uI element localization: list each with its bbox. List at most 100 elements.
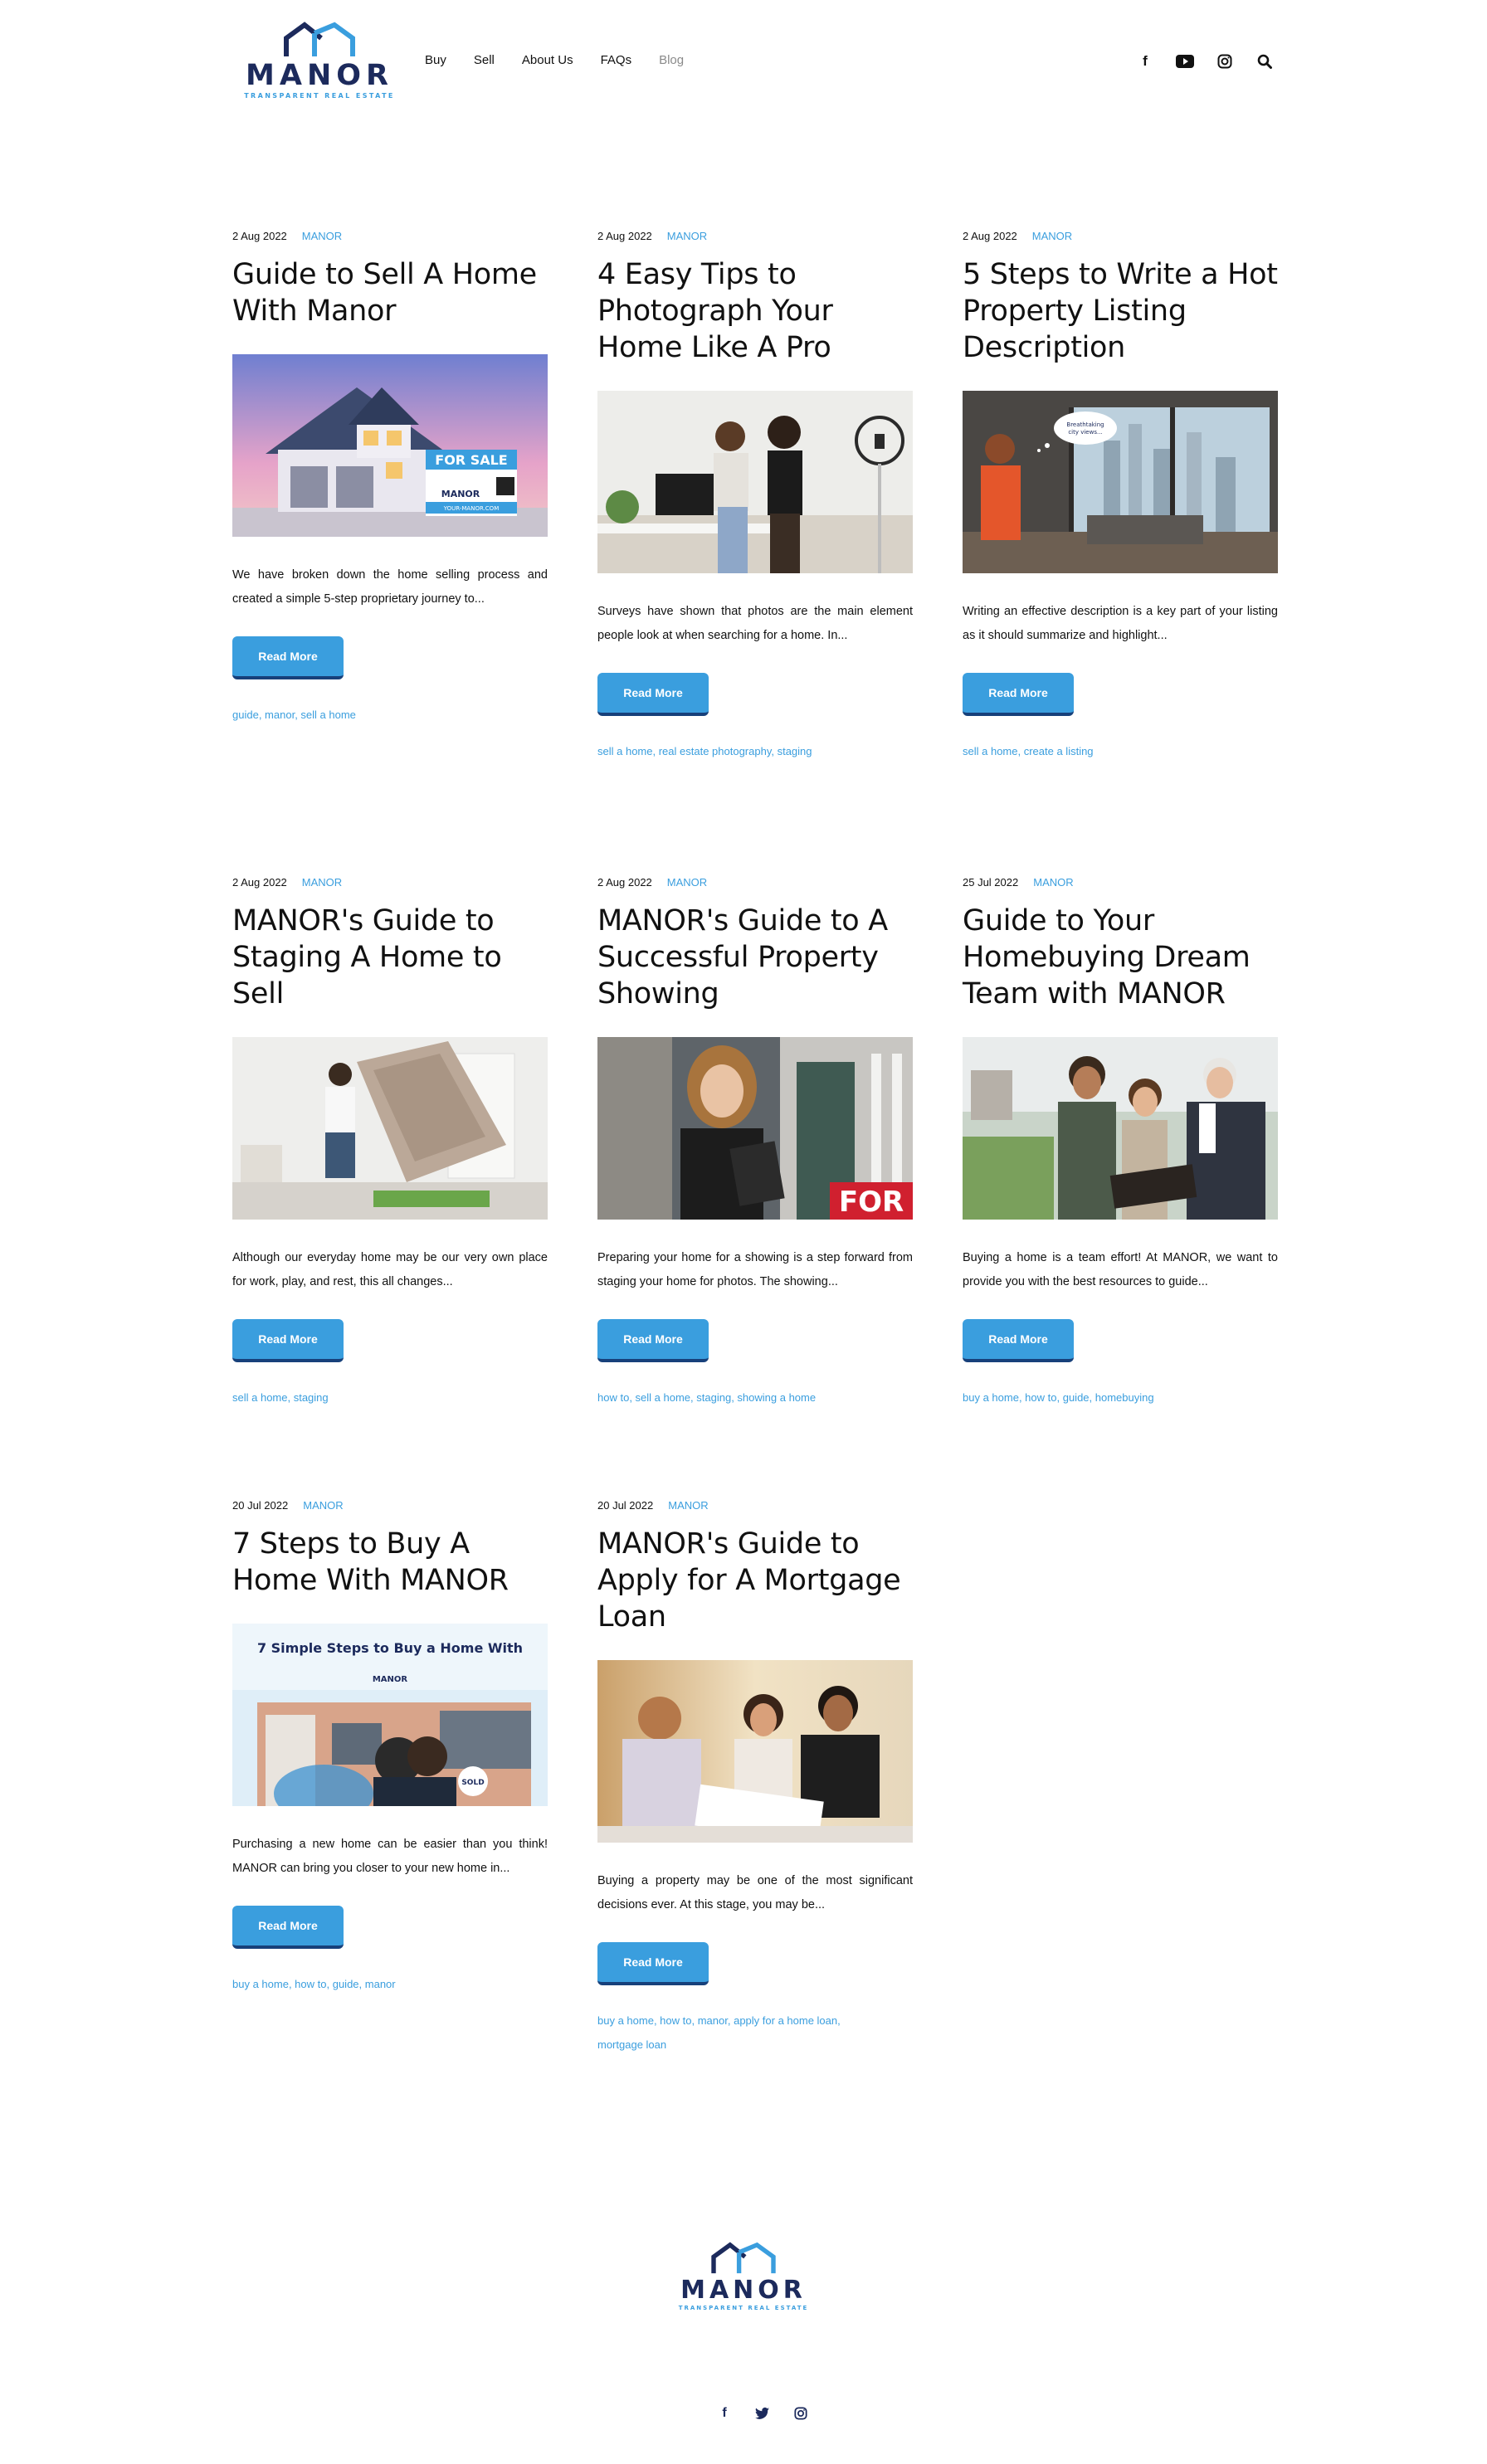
post-tags: buy a home, how to, guide, manor — [232, 1978, 396, 1990]
youtube-icon[interactable] — [1175, 51, 1195, 71]
tag-link[interactable]: guide — [232, 709, 259, 721]
tag-link[interactable]: sell a home — [232, 1391, 287, 1404]
tag-link[interactable]: how to — [597, 1391, 629, 1404]
post-author[interactable]: MANOR — [302, 876, 342, 889]
post-tags: how to, sell a home, staging, showing a … — [597, 1391, 817, 1404]
tag-link[interactable]: sell a home — [300, 709, 355, 721]
tag-link[interactable]: apply for a home loan — [734, 2014, 837, 2027]
for-sign-text: FOR — [839, 1186, 904, 1219]
post-date: 20 Jul 2022 — [232, 1499, 289, 1512]
nav-buy[interactable]: Buy — [425, 53, 446, 67]
post-title[interactable]: 7 Steps to Buy A Home With MANOR — [232, 1526, 548, 1599]
footer-social-icons: f — [715, 2404, 830, 2423]
tag-link[interactable]: how to — [1025, 1391, 1056, 1404]
post-author[interactable]: MANOR — [302, 230, 342, 242]
tag-link[interactable]: how to — [295, 1978, 326, 1990]
read-more-button[interactable]: Read More — [232, 1906, 344, 1949]
tag-link[interactable]: showing a home — [737, 1391, 816, 1404]
tag-link[interactable]: staging — [294, 1391, 329, 1404]
tag-link[interactable]: manor — [365, 1978, 396, 1990]
read-more-button[interactable]: Read More — [232, 636, 344, 679]
couple-with-agent-image[interactable] — [963, 1037, 1278, 1220]
post-excerpt: Surveys have shown that photos are the m… — [597, 605, 913, 642]
post-title[interactable]: MANOR's Guide to Staging A Home to Sell — [232, 903, 548, 1012]
post-excerpt: Although our everyday home may be our ve… — [232, 1251, 548, 1288]
tag-link[interactable]: sell a home — [597, 745, 652, 757]
banner-title-text: 7 Simple Steps to Buy a Home With — [257, 1640, 523, 1656]
post-date: 2 Aug 2022 — [597, 876, 652, 889]
agent-with-folder-image[interactable]: FOR — [597, 1037, 913, 1220]
footer-logo[interactable]: MANOR TRANSPARENT REAL ESTATE — [672, 2242, 815, 2311]
photographers-image[interactable] — [597, 391, 913, 573]
nav-about-us[interactable]: About Us — [522, 53, 573, 67]
post-excerpt: We have broken down the home selling pro… — [232, 568, 548, 606]
svg-text:city views...: city views... — [1068, 429, 1102, 436]
post-tags: sell a home, create a listing — [963, 745, 1094, 757]
post-author[interactable]: MANOR — [667, 230, 707, 242]
nav-faqs[interactable]: FAQs — [601, 53, 632, 67]
facebook-icon[interactable]: f — [715, 2404, 734, 2423]
tag-link[interactable]: how to — [660, 2014, 691, 2027]
post-title[interactable]: 5 Steps to Write a Hot Property Listing … — [963, 256, 1278, 366]
blog-post-card: 2 Aug 2022 MANOR Guide to Sell A Home Wit… — [232, 229, 548, 727]
facebook-icon[interactable]: f — [1135, 51, 1155, 71]
post-date: 20 Jul 2022 — [597, 1499, 654, 1512]
nav-sell[interactable]: Sell — [474, 53, 495, 67]
read-more-button[interactable]: Read More — [232, 1319, 344, 1362]
post-author[interactable]: MANOR — [303, 1499, 343, 1512]
man-lifting-sofa-image[interactable] — [232, 1037, 548, 1220]
read-more-button[interactable]: Read More — [597, 1942, 709, 1985]
tag-link[interactable]: sell a home — [636, 1391, 690, 1404]
tag-link[interactable]: homebuying — [1095, 1391, 1154, 1404]
tag-link[interactable]: buy a home — [232, 1978, 289, 1990]
post-title[interactable]: MANOR's Guide to A Successful Property S… — [597, 903, 913, 1012]
tag-link[interactable]: guide — [333, 1978, 359, 1990]
brand-name: MANOR — [246, 59, 393, 92]
tag-link[interactable]: guide — [1063, 1391, 1090, 1404]
post-tags: sell a home, staging — [232, 1391, 329, 1404]
house-logo-icon — [284, 22, 355, 56]
mortgage-meeting-image[interactable] — [597, 1660, 913, 1843]
post-title[interactable]: MANOR's Guide to Apply for A Mortgage Lo… — [597, 1526, 913, 1635]
tag-link[interactable]: staging — [778, 745, 812, 757]
read-more-button[interactable]: Read More — [597, 673, 709, 716]
read-more-button[interactable]: Read More — [963, 1319, 1074, 1362]
post-author[interactable]: MANOR — [667, 876, 707, 889]
post-title[interactable]: Guide to Sell A Home With Manor — [232, 256, 548, 329]
tag-link[interactable]: sell a home — [963, 745, 1017, 757]
tag-link[interactable]: mortgage loan — [597, 2038, 666, 2051]
tag-link[interactable]: manor — [698, 2014, 728, 2027]
blog-post-card: 25 Jul 2022 MANOR Guide to Your Homebuyin… — [963, 875, 1278, 1410]
post-author[interactable]: MANOR — [668, 1499, 708, 1512]
thinking-woman-image[interactable]: Breathtaking city views... — [963, 391, 1278, 573]
svg-text:Breathtaking: Breathtaking — [1066, 421, 1104, 428]
instagram-icon[interactable] — [1215, 51, 1235, 71]
search-icon[interactable] — [1255, 51, 1275, 71]
nav-blog[interactable]: Blog — [659, 53, 684, 67]
brand-tagline: TRANSPARENT REAL ESTATE — [678, 2305, 809, 2311]
manor-logo[interactable]: MANOR TRANSPARENT REAL ESTATE — [241, 22, 398, 105]
read-more-button[interactable]: Read More — [597, 1319, 709, 1362]
read-more-button[interactable]: Read More — [963, 673, 1074, 716]
post-title[interactable]: Guide to Your Homebuying Dream Team with… — [963, 903, 1278, 1012]
instagram-icon[interactable] — [792, 2404, 810, 2423]
tag-link[interactable]: buy a home — [597, 2014, 654, 2027]
tag-link[interactable]: buy a home — [963, 1391, 1019, 1404]
post-tags: sell a home, real estate photography, st… — [597, 745, 812, 757]
post-date: 2 Aug 2022 — [597, 230, 652, 242]
tag-link[interactable]: staging — [696, 1391, 731, 1404]
post-excerpt: Purchasing a new home can be easier than… — [232, 1838, 548, 1875]
blog-post-card: 2 Aug 2022 MANOR 4 Easy Tips to Photograp… — [597, 229, 913, 763]
blog-post-card: 2 Aug 2022 MANOR MANOR's Guide to Staging… — [232, 875, 548, 1410]
post-author[interactable]: MANOR — [1033, 876, 1073, 889]
post-date: 2 Aug 2022 — [232, 230, 287, 242]
tag-link[interactable]: real estate photography — [659, 745, 772, 757]
post-title[interactable]: 4 Easy Tips to Photograph Your Home Like… — [597, 256, 913, 366]
twitter-icon[interactable] — [753, 2404, 772, 2423]
tag-link[interactable]: create a listing — [1024, 745, 1094, 757]
svg-text:MANOR: MANOR — [441, 489, 480, 499]
for-sale-house-image[interactable]: FOR SALE MANOR YOUR-MANOR.COM — [232, 354, 548, 537]
post-author[interactable]: MANOR — [1032, 230, 1072, 242]
7-steps-image[interactable]: 7 Simple Steps to Buy a Home With MANOR … — [232, 1624, 548, 1806]
tag-link[interactable]: manor — [265, 709, 295, 721]
